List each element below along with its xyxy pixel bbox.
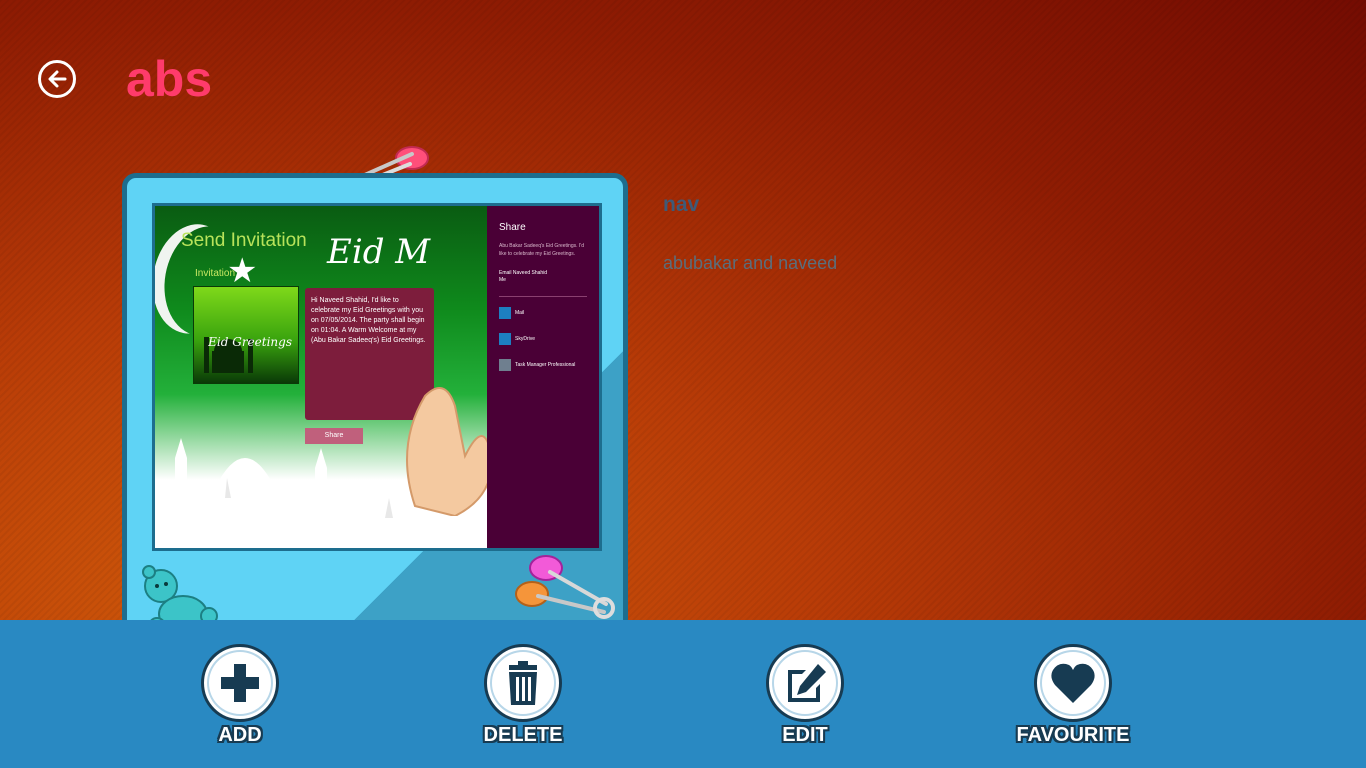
- preview-send-title: Send Invitation: [181, 230, 307, 251]
- trash-icon: [509, 661, 537, 705]
- share-app-task-manager: Task Manager Professional: [499, 358, 575, 372]
- mail-icon: [499, 307, 511, 319]
- edit-label: EDIT: [782, 724, 828, 746]
- plus-icon: [221, 664, 259, 702]
- share-app-skydrive: SkyDrive: [499, 332, 535, 346]
- preview-thumbnail-text: Eid Greetings: [208, 335, 292, 349]
- share-app-label: Task Manager Professional: [515, 362, 576, 368]
- share-panel-title: Share: [499, 222, 526, 233]
- add-button-circle: [201, 644, 279, 722]
- app-bar: ADD DELETE EDIT FAVOURITE: [0, 620, 1366, 768]
- preview-eid-heading: Eid M: [327, 232, 431, 272]
- checkbox-icon: [499, 359, 511, 371]
- item-name: nav: [663, 193, 700, 216]
- praying-hands-icon: [406, 387, 493, 516]
- delete-button-circle: [484, 644, 562, 722]
- share-divider: [499, 296, 587, 297]
- preview-background: ★ Send Invitation Invitation Eid M Eid G…: [155, 206, 493, 548]
- share-user-name: Email Naveed Shahid: [499, 270, 548, 276]
- page-title: abs: [126, 51, 213, 107]
- screenshot-preview[interactable]: ★ Send Invitation Invitation Eid M Eid G…: [152, 203, 602, 551]
- cloud-icon: [499, 333, 511, 345]
- share-app-label: Mail: [515, 310, 525, 316]
- preview-share-panel: Share Abu Bakar Sadeeq's Eid Greetings. …: [487, 206, 599, 548]
- share-user-sub: Me: [499, 277, 506, 283]
- preview-invitation-label: Invitation: [195, 268, 236, 279]
- preview-thumbnail: Eid Greetings: [193, 286, 299, 384]
- edit-icon: [788, 664, 826, 702]
- edit-button[interactable]: EDIT: [735, 644, 875, 754]
- favourite-button-circle: [1034, 644, 1112, 722]
- favourite-button[interactable]: FAVOURITE: [1003, 644, 1143, 754]
- item-description: abubakar and naveed: [663, 253, 838, 273]
- share-app-mail: Mail: [499, 306, 524, 320]
- safety-pins-decoration: [515, 555, 615, 619]
- favourite-label: FAVOURITE: [1016, 724, 1130, 746]
- share-app-label: SkyDrive: [515, 336, 536, 342]
- back-button[interactable]: [38, 60, 76, 98]
- heart-icon: [1051, 663, 1095, 703]
- arrow-left-icon: [48, 70, 67, 88]
- share-panel-user: Email Naveed Shahid Me: [499, 270, 547, 284]
- delete-button[interactable]: DELETE: [453, 644, 593, 754]
- add-button[interactable]: ADD: [170, 644, 310, 754]
- delete-label: DELETE: [483, 724, 563, 746]
- add-label: ADD: [218, 724, 262, 746]
- edit-button-circle: [766, 644, 844, 722]
- share-panel-description: Abu Bakar Sadeeq's Eid Greetings. I'd li…: [499, 243, 585, 257]
